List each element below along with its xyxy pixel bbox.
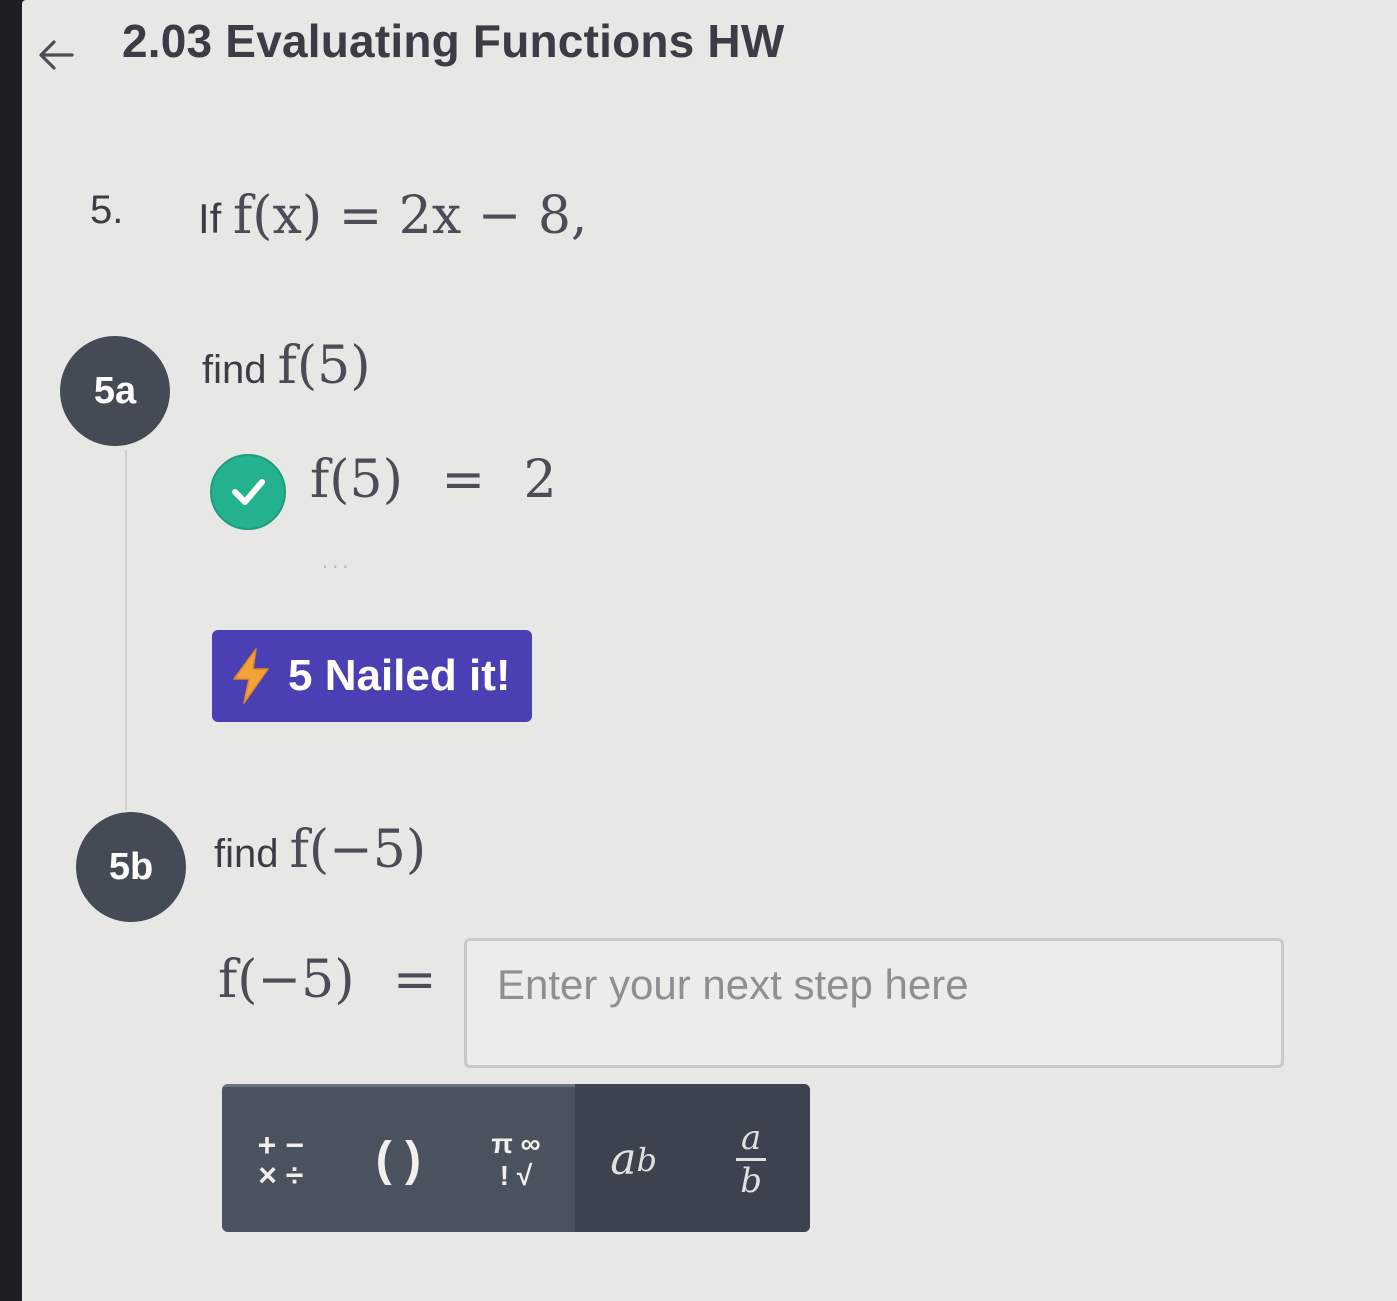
prompt-word: find (202, 348, 267, 392)
answer-lhs: f(5) (310, 450, 403, 510)
question-expression: f(x) = 2x − 8, (233, 186, 588, 246)
prompt-math: f(−5) (289, 820, 427, 880)
parentheses-key[interactable]: ( ) (339, 1084, 458, 1232)
fraction-key[interactable]: a b (692, 1084, 810, 1232)
math-keypad: + − × ÷ ( ) π ∞ ! √ ab a b (222, 1084, 810, 1232)
prompt-word: find (214, 832, 279, 876)
answer-input[interactable] (464, 938, 1284, 1068)
special-bottom: ! √ (499, 1159, 533, 1191)
prompt-math: f(5) (277, 336, 371, 396)
operators-key[interactable]: + − × ÷ (222, 1084, 340, 1232)
question-prefix: If (198, 195, 222, 242)
answer-equals: = (393, 950, 437, 1010)
answer-equals: = (441, 450, 486, 510)
answer-value: 2 (523, 450, 557, 510)
step-5a-prompt: find f(5) (202, 336, 371, 396)
question-number: 5. (90, 188, 124, 232)
step-5a-answer: f(5) = 2 (310, 450, 557, 510)
step-5b-prompt: find f(−5) (214, 820, 426, 880)
question-text: If f(x) = 2x − 8, (198, 186, 587, 246)
operators-bottom: × ÷ (258, 1156, 304, 1193)
operators-top: + − (257, 1126, 304, 1163)
nailed-it-label: 5 Nailed it! (288, 651, 511, 700)
header: 2.03 Evaluating Functions HW (22, 0, 1397, 110)
fraction-denominator: b (740, 1161, 763, 1201)
step-5b-lhs: f(−5) = (218, 950, 437, 1010)
lightning-bolt-icon (233, 648, 269, 704)
special-top: π ∞ (491, 1127, 541, 1159)
fraction-numerator: a (741, 1118, 762, 1158)
parentheses-label: ( ) (375, 1133, 422, 1186)
power-exponent: b (636, 1140, 657, 1179)
homework-screen: 2.03 Evaluating Functions HW 5. If f(x) … (22, 0, 1397, 1301)
step-timeline (125, 450, 127, 810)
nailed-it-badge[interactable]: 5 Nailed it! (212, 630, 532, 722)
step-badge-5a: 5a (60, 336, 170, 446)
answer-lhs: f(−5) (218, 950, 355, 1010)
page-title: 2.03 Evaluating Functions HW (122, 15, 785, 67)
power-base: a (610, 1134, 637, 1185)
more-steps-dots[interactable]: ... (322, 548, 352, 574)
fraction-icon: a b (736, 1118, 767, 1201)
back-arrow-icon[interactable] (32, 30, 82, 80)
check-icon (210, 454, 286, 530)
exponent-key[interactable]: ab (574, 1084, 693, 1232)
special-symbols-key[interactable]: π ∞ ! √ (457, 1084, 575, 1232)
step-badge-5b: 5b (76, 812, 186, 922)
